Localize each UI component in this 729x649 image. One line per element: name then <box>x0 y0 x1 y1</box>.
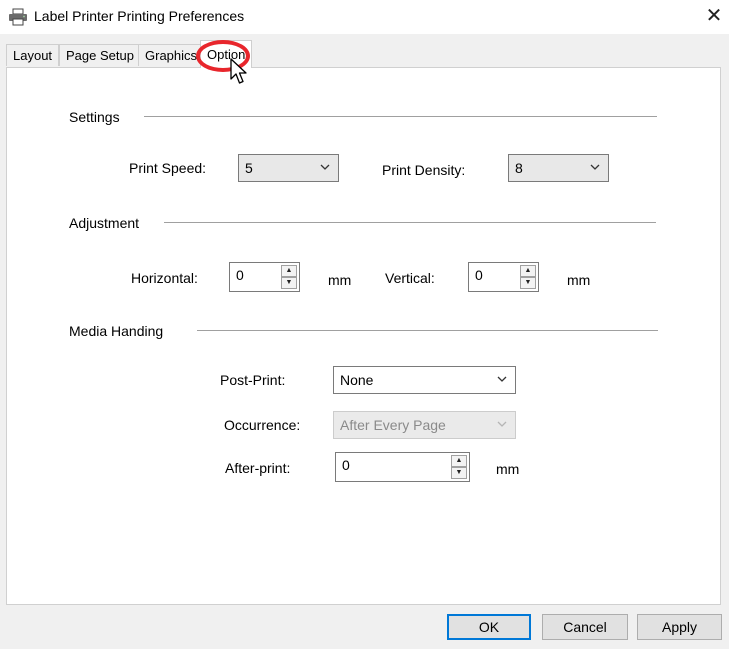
settings-divider <box>144 116 657 117</box>
post-print-value: None <box>340 372 374 388</box>
adjustment-divider <box>164 222 656 223</box>
chevron-down-icon <box>590 164 600 170</box>
horizontal-label: Horizontal: <box>131 270 198 286</box>
print-density-label: Print Density: <box>382 162 466 178</box>
adjustment-group-title: Adjustment <box>69 215 140 231</box>
tab-page-setup[interactable]: Page Setup <box>59 44 141 66</box>
print-speed-dropdown[interactable]: 5 <box>238 154 339 182</box>
after-print-spinbox[interactable]: 0 ▲ ▼ <box>335 452 470 482</box>
horizontal-value: 0 <box>236 267 244 283</box>
close-button[interactable]: ✕ <box>700 3 728 29</box>
vertical-spinbox[interactable]: 0 ▲ ▼ <box>468 262 539 292</box>
spin-down-button[interactable]: ▼ <box>520 277 536 289</box>
vertical-unit: mm <box>567 272 591 288</box>
spin-down-button[interactable]: ▼ <box>281 277 297 289</box>
tab-layout[interactable]: Layout <box>6 44 60 66</box>
print-density-value: 8 <box>515 160 523 176</box>
occurrence-value: After Every Page <box>340 417 446 433</box>
spin-up-button[interactable]: ▲ <box>520 265 536 277</box>
vertical-value: 0 <box>475 267 483 283</box>
chevron-down-icon <box>497 421 507 427</box>
tab-graphics[interactable]: Graphics <box>138 44 205 66</box>
ok-button[interactable]: OK <box>447 614 531 640</box>
post-print-dropdown[interactable]: None <box>333 366 516 394</box>
spin-up-button[interactable]: ▲ <box>451 455 467 467</box>
cancel-button[interactable]: Cancel <box>542 614 628 640</box>
occurrence-dropdown: After Every Page <box>333 411 516 439</box>
media-handing-divider <box>197 330 658 331</box>
window-title: Label Printer Printing Preferences <box>34 8 245 24</box>
print-speed-label: Print Speed: <box>129 160 207 176</box>
printer-icon <box>9 8 27 26</box>
vertical-label: Vertical: <box>385 270 435 286</box>
mouse-cursor-icon <box>230 58 247 84</box>
after-print-value: 0 <box>342 457 350 473</box>
print-density-dropdown[interactable]: 8 <box>508 154 609 182</box>
horizontal-unit: mm <box>328 272 352 288</box>
after-print-unit: mm <box>496 461 520 477</box>
chevron-down-icon <box>497 376 507 382</box>
print-speed-value: 5 <box>245 160 253 176</box>
post-print-label: Post-Print: <box>220 372 286 388</box>
apply-button[interactable]: Apply <box>637 614 722 640</box>
spin-down-button[interactable]: ▼ <box>451 467 467 479</box>
occurrence-label: Occurrence: <box>224 417 301 433</box>
chevron-down-icon <box>320 164 330 170</box>
after-print-label: After-print: <box>225 460 291 476</box>
settings-group-title: Settings <box>69 109 120 125</box>
media-handing-group-title: Media Handing <box>69 323 164 339</box>
spin-up-button[interactable]: ▲ <box>281 265 297 277</box>
horizontal-spinbox[interactable]: 0 ▲ ▼ <box>229 262 300 292</box>
